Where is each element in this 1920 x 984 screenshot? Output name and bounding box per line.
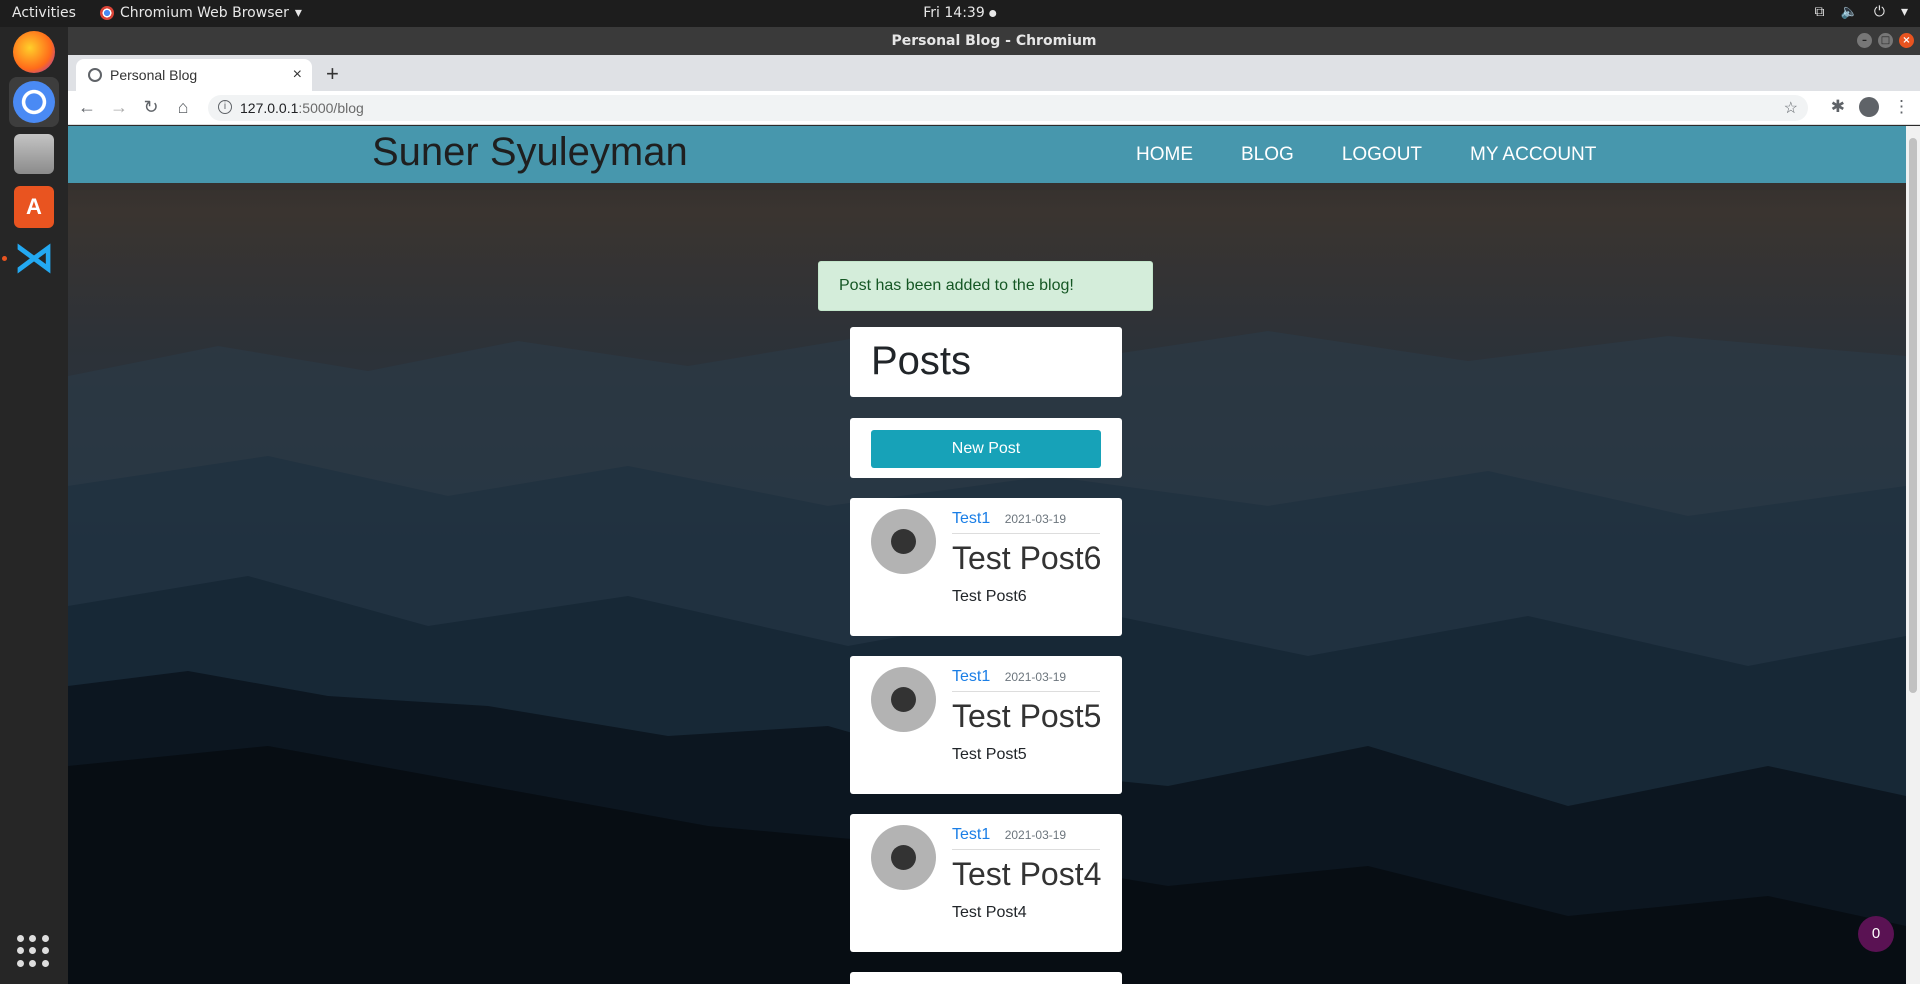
dock-chromium[interactable] <box>9 77 59 127</box>
page-scrollbar[interactable] <box>1906 126 1920 984</box>
post-date: 2021-03-19 <box>1004 670 1067 684</box>
forward-icon[interactable]: → <box>108 97 130 118</box>
nav-blog-link[interactable]: BLOG <box>1241 144 1294 166</box>
chevron-down-icon[interactable]: ▾ <box>1901 4 1908 20</box>
window-title-bar: Personal Blog - Chromium – □ × <box>68 27 1920 55</box>
running-indicator <box>2 256 7 261</box>
notification-dot-icon <box>989 9 997 17</box>
site-info-icon[interactable]: i <box>218 100 232 114</box>
new-tab-button[interactable]: + <box>326 61 339 87</box>
address-bar[interactable]: i 127.0.0.1:5000/blog ☆ <box>208 95 1808 121</box>
avatar <box>871 825 936 890</box>
notification-counter-badge[interactable]: 0 <box>1858 916 1894 952</box>
url-text: 127.0.0.1:5000/blog <box>240 100 364 116</box>
profile-icon[interactable] <box>1859 97 1879 117</box>
post-card[interactable]: Test1 2021-03-19 Test Post5 Test Post5 <box>850 656 1122 794</box>
clock[interactable]: Fri 14:39 <box>923 5 997 21</box>
software-center-icon: A <box>14 186 54 228</box>
post-body: Test Post6 <box>952 588 1027 605</box>
post-title[interactable]: Test Post5 <box>952 698 1101 735</box>
post-card-partial[interactable] <box>850 972 1122 984</box>
chromium-icon <box>100 6 114 20</box>
app-menu[interactable]: Chromium Web Browser ▾ <box>100 5 302 21</box>
chevron-down-icon: ▾ <box>294 5 302 21</box>
volume-icon[interactable]: 🔈 <box>1840 4 1857 20</box>
avatar <box>871 667 936 732</box>
vscode-icon: ⋊ <box>14 236 54 280</box>
post-title[interactable]: Test Post6 <box>952 540 1101 577</box>
new-post-button[interactable]: New Post <box>871 430 1101 468</box>
browser-toolbar: ← → ↻ ⌂ i 127.0.0.1:5000/blog ☆ ✱ ⋮ <box>68 91 1920 125</box>
posts-heading-card: Posts <box>850 327 1122 397</box>
tab-strip: Personal Blog × + <box>68 55 1920 91</box>
tab-title: Personal Blog <box>110 67 198 83</box>
window-title: Personal Blog - Chromium <box>891 33 1097 49</box>
page-title: Posts <box>871 339 972 383</box>
post-card[interactable]: Test1 2021-03-19 Test Post6 Test Post6 <box>850 498 1122 636</box>
post-date: 2021-03-19 <box>1004 512 1067 526</box>
activities-button[interactable]: Activities <box>12 5 76 21</box>
dock-firefox[interactable] <box>9 27 59 77</box>
nav-logout-link[interactable]: LOGOUT <box>1342 144 1422 166</box>
page-viewport: Suner Syuleyman HOME BLOG LOGOUT MY ACCO… <box>68 126 1906 984</box>
site-brand[interactable]: Suner Syuleyman <box>372 130 688 175</box>
clock-label: Fri 14:39 <box>923 5 985 21</box>
post-date: 2021-03-19 <box>1004 828 1067 842</box>
post-card[interactable]: Test1 2021-03-19 Test Post4 Test Post4 <box>850 814 1122 952</box>
files-icon <box>14 134 54 174</box>
power-icon[interactable]: ⏻ <box>1874 4 1885 20</box>
reload-icon[interactable]: ↻ <box>140 97 162 118</box>
scrollbar-thumb[interactable] <box>1909 138 1917 693</box>
tab-personal-blog[interactable]: Personal Blog × <box>76 59 312 91</box>
home-icon[interactable]: ⌂ <box>172 97 194 118</box>
post-author-link[interactable]: Test1 <box>952 826 990 843</box>
dock: A ⋊ <box>0 27 68 984</box>
network-icon[interactable]: ⧉ <box>1814 4 1824 20</box>
globe-icon <box>88 68 102 82</box>
extensions-icon[interactable]: ✱ <box>1831 97 1845 117</box>
post-body: Test Post4 <box>952 904 1027 921</box>
system-tray[interactable]: ⧉ 🔈 ⏻ ▾ <box>1814 4 1908 20</box>
app-menu-label: Chromium Web Browser <box>120 5 289 21</box>
post-author-link[interactable]: Test1 <box>952 668 990 685</box>
close-tab-icon[interactable]: × <box>293 66 302 84</box>
back-icon[interactable]: ← <box>76 97 98 118</box>
show-apps-icon[interactable] <box>17 935 49 967</box>
close-icon[interactable]: × <box>1899 33 1914 48</box>
post-title[interactable]: Test Post4 <box>952 856 1101 893</box>
chromium-icon <box>13 81 55 123</box>
nav-home-link[interactable]: HOME <box>1136 144 1193 166</box>
menu-kebab-icon[interactable]: ⋮ <box>1893 97 1910 117</box>
post-author-link[interactable]: Test1 <box>952 510 990 527</box>
bookmark-star-icon[interactable]: ☆ <box>1784 98 1798 118</box>
site-navbar: Suner Syuleyman HOME BLOG LOGOUT MY ACCO… <box>68 126 1906 183</box>
maximize-icon[interactable]: □ <box>1878 33 1893 48</box>
dock-vscode[interactable]: ⋊ <box>9 233 59 283</box>
dock-files[interactable] <box>9 129 59 179</box>
dock-software[interactable]: A <box>9 182 59 232</box>
avatar <box>871 509 936 574</box>
nav-my-account-link[interactable]: MY ACCOUNT <box>1470 144 1596 166</box>
firefox-icon <box>13 31 55 73</box>
system-top-bar: Activities Chromium Web Browser ▾ Fri 14… <box>0 0 1920 27</box>
new-post-card: New Post <box>850 418 1122 478</box>
post-body: Test Post5 <box>952 746 1027 763</box>
minimize-icon[interactable]: – <box>1857 33 1872 48</box>
flash-message: Post has been added to the blog! <box>818 261 1153 311</box>
